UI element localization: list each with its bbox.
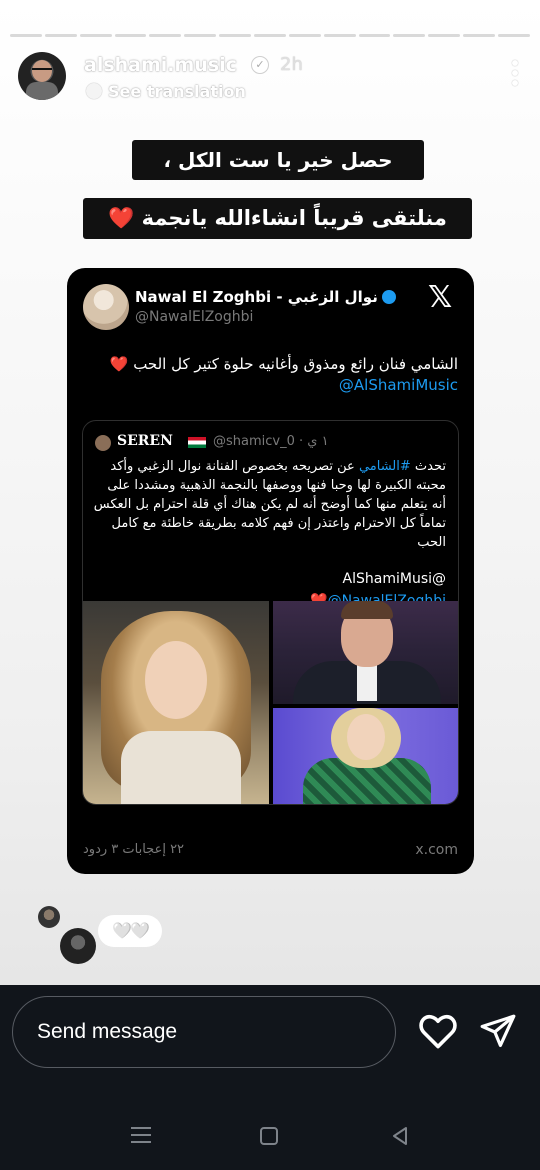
progress-segment: [10, 34, 42, 37]
message-composer-bar: Send message: [0, 985, 540, 1170]
progress-segment: [79, 34, 112, 37]
quoted-author-avatar: [95, 435, 111, 451]
progress-segment: [114, 34, 147, 37]
quoted-photo-stage[interactable]: [273, 708, 458, 804]
nav-back-icon[interactable]: [389, 1125, 411, 1147]
quoted-tweet-header: SEREN @shamicv_0 · ١ ي: [95, 433, 446, 453]
progress-segment: [428, 34, 461, 37]
tweet-card[interactable]: Nawal El Zoghbi - نوال الزغبي @NawalElZo…: [67, 268, 474, 874]
viewer-avatar[interactable]: [38, 906, 60, 928]
quoted-tweet-text: تحدث #الشامي عن تصريحه بخصوص الفنانة نوا…: [91, 457, 446, 552]
tweet-author-name-text: Nawal El Zoghbi - نوال الزغبي: [135, 288, 378, 306]
tweet-mention[interactable]: @AlShamiMusic: [339, 376, 458, 394]
tweet-author-name: Nawal El Zoghbi - نوال الزغبي: [135, 288, 396, 306]
story-progress-bar: [10, 34, 530, 37]
tweet-text: الشامي فنان رائع ومذوق وأغانيه حلوة كتير…: [109, 355, 458, 373]
tweet-stats: ٢٢ إعجابات ٣ ردود: [83, 842, 185, 857]
progress-segment: [463, 34, 496, 37]
reaction-pill[interactable]: 🤍🤍: [98, 915, 162, 947]
quoted-hashtag[interactable]: #الشامي: [359, 459, 411, 474]
nav-menu-icon[interactable]: [131, 1127, 151, 1145]
progress-segment: [498, 34, 530, 37]
tweet-author-avatar: [83, 284, 129, 330]
story-header: alshami.music ✓ 2h See translation: [18, 52, 522, 102]
quoted-author-name: SEREN: [117, 433, 173, 449]
progress-segment: [254, 34, 286, 37]
caption-heart-emoji: ❤️: [108, 206, 135, 230]
progress-segment: [288, 34, 321, 37]
quoted-photo-man[interactable]: [273, 601, 458, 704]
system-nav-bar: [0, 1113, 540, 1163]
story-view[interactable]: alshami.music ✓ 2h See translation حصل خ…: [0, 0, 540, 985]
progress-segment: [184, 34, 217, 37]
flag-icon: [188, 437, 206, 448]
see-translation-link[interactable]: See translation: [86, 82, 246, 101]
translate-icon: [86, 83, 102, 99]
quoted-mention-plain: AlShamiMusi@: [342, 571, 446, 587]
progress-segment: [358, 34, 391, 37]
see-translation-label: See translation: [108, 82, 246, 101]
heart-icon[interactable]: [418, 1013, 458, 1049]
verified-icon: ✓: [251, 56, 269, 74]
tweet-verified-icon: [381, 290, 396, 304]
profile-avatar[interactable]: [18, 52, 66, 100]
progress-segment: [149, 34, 182, 37]
progress-segment: [219, 34, 252, 37]
nav-home-icon[interactable]: [260, 1127, 278, 1145]
quoted-text-prefix: تحدث: [410, 459, 446, 474]
story-caption-line1: حصل خير يا ست الكل ،: [132, 140, 424, 180]
progress-segment: [393, 34, 426, 37]
more-icon[interactable]: [512, 60, 518, 88]
viewer-avatar[interactable]: [60, 928, 96, 964]
send-message-placeholder: Send message: [37, 1020, 178, 1043]
quoted-tweet[interactable]: SEREN @shamicv_0 · ١ ي تحدث #الشامي عن ت…: [82, 420, 459, 805]
quoted-author-handle: @shamicv_0 · ١ ي: [213, 434, 329, 449]
story-caption-line2: منلتقى قريباً انشاءالله يانجمة ❤️: [83, 198, 472, 239]
send-message-input[interactable]: Send message: [12, 996, 396, 1068]
username[interactable]: alshami.music: [84, 54, 237, 76]
quoted-photo-woman[interactable]: [83, 601, 269, 804]
caption-line2-text: منلتقى قريباً انشاءالله يانجمة: [141, 206, 447, 230]
progress-segment: [44, 34, 77, 37]
tweet-domain: x.com: [415, 842, 458, 858]
post-time: 2h: [280, 54, 303, 75]
progress-segment: [323, 34, 356, 37]
tweet-author-handle: @NawalElZoghbi: [135, 309, 254, 325]
x-logo-icon: 𝕏: [428, 280, 453, 315]
send-icon[interactable]: [479, 1013, 517, 1051]
